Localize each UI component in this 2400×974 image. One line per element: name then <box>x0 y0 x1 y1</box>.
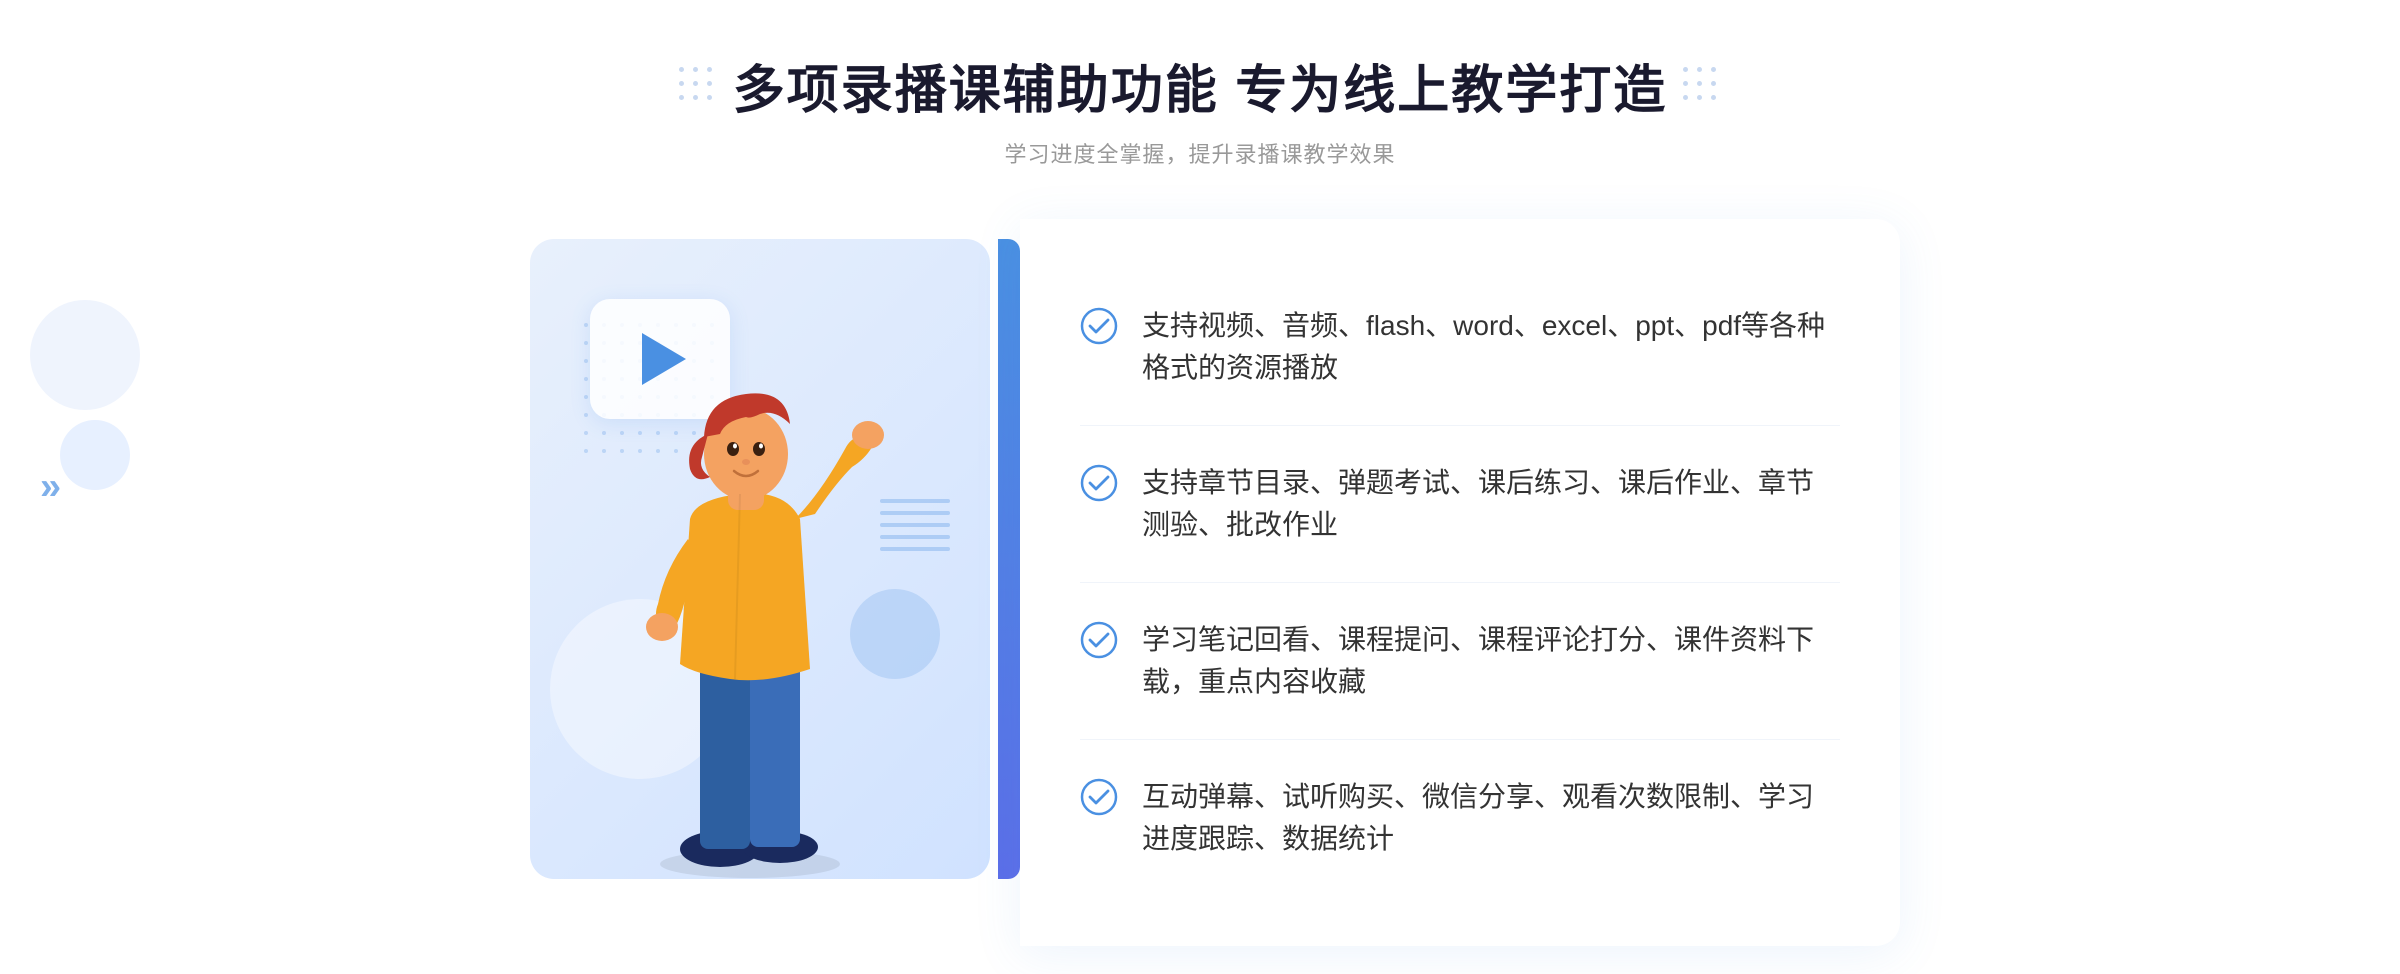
page-title: 多项录播课辅助功能 专为线上教学打造 <box>733 48 1667 123</box>
deco-circle-large <box>30 300 140 410</box>
illustration-container <box>500 219 1020 946</box>
deco-dot <box>679 95 684 100</box>
deco-dot <box>1683 81 1688 86</box>
deco-dot <box>679 67 684 72</box>
deco-dot <box>1683 67 1688 72</box>
feature-item-1: 支持视频、音频、flash、word、excel、ppt、pdf等各种格式的资源… <box>1080 269 1840 426</box>
deco-dot <box>679 81 684 86</box>
blue-accent-bar <box>998 239 1020 879</box>
feature-item-3: 学习笔记回看、课程提问、课程评论打分、课件资料下载，重点内容收藏 <box>1080 583 1840 740</box>
deco-circle-small <box>60 420 130 490</box>
left-title-decoration <box>679 67 717 105</box>
right-title-decoration <box>1683 67 1721 105</box>
page-container: » 多项录播课辅助功能 专为线上教学打造 <box>0 0 2400 974</box>
deco-dot <box>693 67 698 72</box>
deco-dot <box>693 95 698 100</box>
feature-text-1: 支持视频、音频、flash、word、excel、ppt、pdf等各种格式的资源… <box>1142 305 1840 389</box>
check-icon-1 <box>1080 307 1118 345</box>
check-icon-3 <box>1080 621 1118 659</box>
features-panel: 支持视频、音频、flash、word、excel、ppt、pdf等各种格式的资源… <box>1020 219 1900 946</box>
deco-dot <box>1711 81 1716 86</box>
deco-dot <box>1697 67 1702 72</box>
illustration-background <box>530 239 990 879</box>
feature-text-2: 支持章节目录、弹题考试、课后练习、课后作业、章节测验、批改作业 <box>1142 462 1840 546</box>
header-section: 多项录播课辅助功能 专为线上教学打造 学习进度全掌握，提升录播课教学效果 <box>679 48 1721 169</box>
feature-text-3: 学习笔记回看、课程提问、课程评论打分、课件资料下载，重点内容收藏 <box>1142 619 1840 703</box>
deco-dot <box>1711 95 1716 100</box>
deco-dot <box>1683 95 1688 100</box>
feature-text-4: 互动弹幕、试听购买、微信分享、观看次数限制、学习进度跟踪、数据统计 <box>1142 776 1840 860</box>
deco-dot <box>1697 81 1702 86</box>
deco-dot <box>1711 67 1716 72</box>
title-row: 多项录播课辅助功能 专为线上教学打造 <box>679 48 1721 123</box>
deco-dot <box>693 81 698 86</box>
page-subtitle: 学习进度全掌握，提升录播课教学效果 <box>1004 137 1395 169</box>
feature-item-2: 支持章节目录、弹题考试、课后练习、课后作业、章节测验、批改作业 <box>1080 426 1840 583</box>
deco-dot <box>707 67 712 72</box>
deco-dot <box>707 81 712 86</box>
check-icon-4 <box>1080 778 1118 816</box>
left-chevron-icon: » <box>40 466 61 509</box>
deco-dot <box>1697 95 1702 100</box>
content-area: 支持视频、音频、flash、word、excel、ppt、pdf等各种格式的资源… <box>500 219 1900 946</box>
person-illustration <box>580 319 920 879</box>
feature-item-4: 互动弹幕、试听购买、微信分享、观看次数限制、学习进度跟踪、数据统计 <box>1080 740 1840 896</box>
deco-dot <box>707 95 712 100</box>
check-icon-2 <box>1080 464 1118 502</box>
